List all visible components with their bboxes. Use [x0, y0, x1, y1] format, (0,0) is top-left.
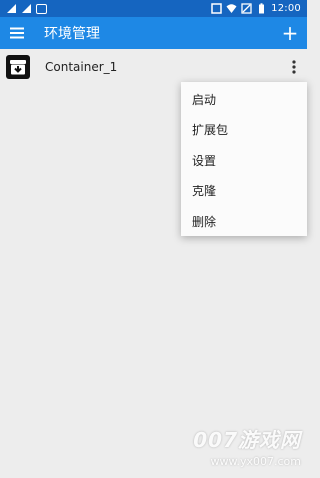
hamburger-icon [10, 27, 24, 39]
signal-icon [211, 3, 222, 14]
list-item[interactable]: Container_1 [0, 49, 307, 85]
watermark-url: www.yx007.com [210, 455, 301, 468]
gallery-icon [36, 3, 47, 14]
watermark-logo-text: 007游戏网 [193, 428, 301, 452]
wifi-icon [226, 4, 237, 13]
menu-item-settings[interactable]: 设置 [181, 145, 307, 176]
status-time: 12:00 [271, 3, 301, 14]
add-button[interactable]: + [275, 17, 305, 49]
page-title: 环境管理 [44, 26, 100, 42]
more-options-button[interactable] [284, 49, 304, 85]
notification-icon [22, 4, 31, 13]
app-bar: 环境管理 + [0, 17, 307, 49]
status-bar: 12:00 [0, 0, 307, 17]
watermark: 007游戏网 www.yx007.com [193, 424, 301, 468]
hamburger-menu-button[interactable] [1, 17, 33, 49]
more-vert-icon [292, 60, 296, 74]
menu-item-delete[interactable]: 删除 [181, 206, 307, 237]
context-menu: 启动 扩展包 设置 克隆 删除 [181, 82, 307, 236]
archive-icon [10, 60, 26, 75]
container-icon [6, 55, 30, 79]
menu-item-extension-pack[interactable]: 扩展包 [181, 115, 307, 146]
no-sim-icon [241, 3, 252, 14]
menu-item-clone[interactable]: 克隆 [181, 176, 307, 207]
container-name: Container_1 [45, 60, 118, 74]
menu-item-start[interactable]: 启动 [181, 84, 307, 115]
container-list: Container_1 [0, 49, 307, 85]
battery-icon [259, 3, 265, 14]
notification-icon [7, 4, 16, 13]
